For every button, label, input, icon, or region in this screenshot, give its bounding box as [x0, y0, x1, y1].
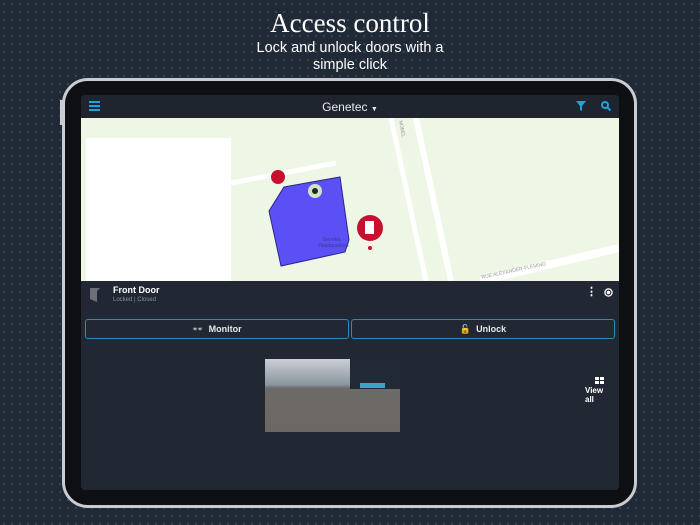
- volume-button: [60, 100, 63, 125]
- door-name: Front Door: [113, 285, 160, 295]
- camera-thumbnail[interactable]: [265, 359, 400, 432]
- target-icon[interactable]: [604, 288, 613, 297]
- door-icon: [90, 288, 100, 302]
- promo-subtitle: Lock and unlock doors with a simple clic…: [256, 40, 444, 73]
- app-header: Genetec ▼: [81, 95, 619, 118]
- door-status: Locked | Closed: [113, 297, 156, 303]
- lock-status: Locked: [113, 297, 133, 303]
- more-options-icon[interactable]: ⋮: [586, 285, 597, 298]
- unlock-label: Unlock: [476, 324, 507, 334]
- building-label: Genetec - Headquarters: [318, 237, 349, 249]
- view-all-label: View all: [585, 386, 604, 404]
- search-icon[interactable]: [601, 101, 611, 111]
- grid-icon: [595, 377, 604, 384]
- promo-title: Access control: [270, 8, 430, 38]
- filter-icon[interactable]: [576, 101, 586, 111]
- unlock-icon: 🔓: [459, 323, 472, 334]
- view-all-button[interactable]: View all: [585, 377, 609, 404]
- map-block: [86, 138, 231, 281]
- door-pin-icon[interactable]: [271, 170, 285, 184]
- map-view[interactable]: Genetec - Headquarters RUE ALEXANDER-FLE…: [81, 118, 619, 281]
- site-selector[interactable]: Genetec ▼: [81, 100, 619, 114]
- chevron-down-icon: ▼: [370, 106, 378, 113]
- app-screen: Genetec ▼ Genetec - Headquarters RUE ALE…: [81, 95, 619, 490]
- site-title: Genetec: [322, 100, 368, 114]
- monitor-button[interactable]: 👓 Monitor: [85, 319, 349, 339]
- binoculars-icon: 👓: [192, 323, 204, 334]
- open-status: Closed: [137, 297, 156, 303]
- door-panel: Front Door Locked | Closed ⋮ 👓 Monitor 🔓 U…: [81, 281, 619, 490]
- monitor-label: Monitor: [208, 324, 242, 334]
- unlock-button[interactable]: 🔓 Unlock: [351, 319, 615, 339]
